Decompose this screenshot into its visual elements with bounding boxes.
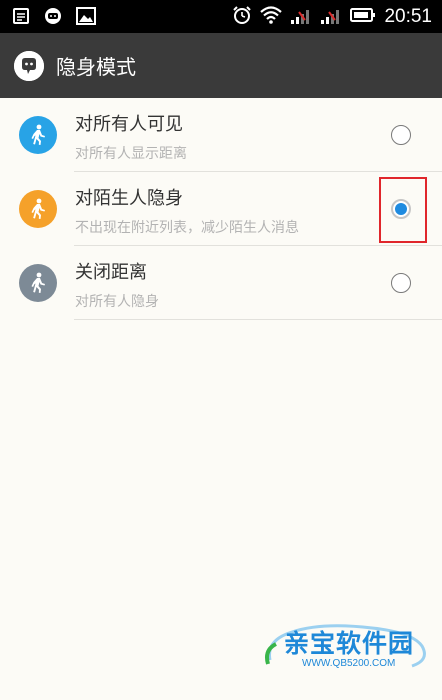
chat-bubble-icon (44, 7, 62, 29)
status-bar: 20:51 (0, 0, 442, 33)
watermark-url: WWW.QB5200.COM (302, 658, 396, 669)
walking-person-icon (19, 116, 57, 154)
watermark-logo: 亲宝软件园 WWW.QB5200.COM (262, 620, 432, 680)
signal-icon (320, 5, 342, 29)
battery-icon (350, 6, 376, 28)
option-hidden-from-strangers[interactable]: 对陌生人隐身 不出现在附近列表，减少陌生人消息 (0, 172, 442, 246)
notification-doc-icon (12, 7, 30, 29)
alarm-icon (232, 5, 252, 29)
radio-visible-to-all[interactable] (391, 125, 411, 145)
walking-person-icon (19, 190, 57, 228)
signal-icon (290, 5, 312, 29)
option-title: 关闭距离 (75, 262, 147, 283)
watermark-text: 亲宝软件园 (284, 629, 415, 658)
option-disable-distance[interactable]: 关闭距离 对所有人隐身 (0, 246, 442, 320)
option-title: 对陌生人隐身 (75, 188, 183, 209)
page-title: 隐身模式 (56, 55, 136, 79)
visibility-options-list: 对所有人可见 对所有人显示距离 对陌生人隐身 不出现在附近列表，减少陌生人消息 … (0, 98, 442, 320)
image-icon (76, 7, 96, 29)
radio-disable-distance[interactable] (391, 273, 411, 293)
walking-person-icon (19, 264, 57, 302)
highlight-box (379, 177, 427, 243)
app-logo-icon[interactable] (14, 50, 44, 81)
wifi-icon (260, 5, 283, 29)
option-visible-to-all[interactable]: 对所有人可见 对所有人显示距离 (0, 98, 442, 172)
option-subtitle: 对所有人隐身 (75, 294, 159, 310)
option-subtitle: 不出现在附近列表，减少陌生人消息 (75, 220, 299, 236)
option-title: 对所有人可见 (75, 114, 183, 135)
status-time: 20:51 (384, 6, 432, 27)
option-subtitle: 对所有人显示距离 (75, 146, 187, 162)
action-bar: 隐身模式 (0, 33, 442, 98)
divider (74, 319, 442, 320)
